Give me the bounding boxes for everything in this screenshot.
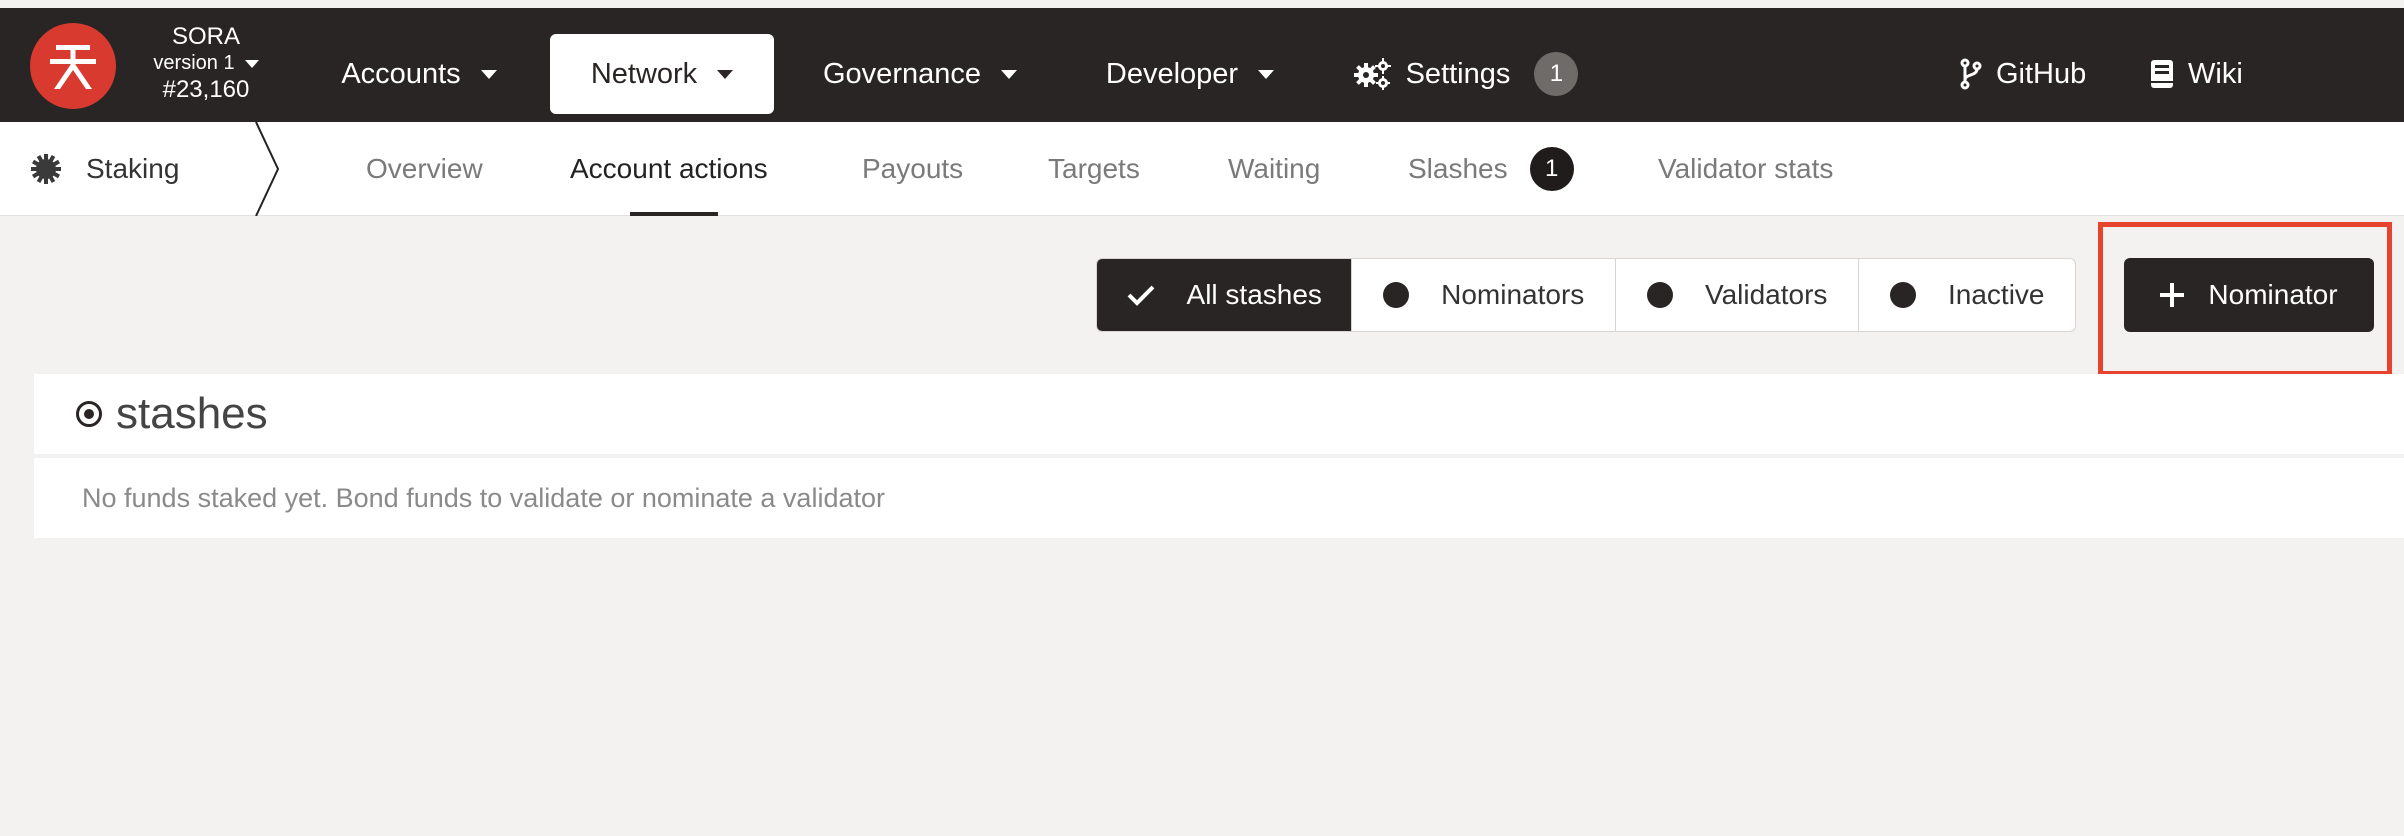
sora-logo[interactable] [30,23,116,109]
chevron-down-icon [1258,69,1275,79]
chain-version: version 1 [153,52,235,74]
gears-icon [1353,58,1391,90]
nav-network[interactable]: Network [550,34,774,114]
tab-targets-label: Targets [1048,153,1140,184]
staking-gear-icon [31,154,61,184]
tab-waiting[interactable]: Waiting [1228,122,1320,216]
highlight-box [2098,222,2392,376]
tab-account-actions-label: Account actions [570,153,768,184]
section-staking[interactable]: Staking [30,122,179,216]
wiki-label: Wiki [2188,57,2243,90]
nav-governance[interactable]: Governance [800,34,1040,114]
radio-dot-icon [1646,282,1673,308]
stashes-title: stashes [116,389,268,438]
nav-governance-label: Governance [823,57,981,90]
tab-waiting-label: Waiting [1228,153,1321,184]
nav-settings-label: Settings [1405,57,1511,90]
nav-developer-label: Developer [1105,57,1239,90]
stashes-card: stashes No funds staked yet. Bond funds … [34,374,2404,538]
slashes-badge: 1 [1529,147,1574,191]
filter-nominators[interactable]: Nominators [1352,259,1616,331]
tab-payouts-label: Payouts [862,153,964,184]
breadcrumb-chevron-icon [255,122,280,216]
filter-inactive[interactable]: Inactive [1859,259,2075,331]
chevron-down-icon [1001,69,1017,79]
nav-network-label: Network [590,57,698,90]
chevron-down-icon [244,59,259,68]
check-icon [1127,285,1154,306]
stashes-header: stashes [34,374,2404,454]
filter-inactive-label: Inactive [1947,279,2045,310]
book-icon [2151,60,2173,88]
stashes-empty-row: No funds staked yet. Bond funds to valid… [34,458,2404,538]
tab-overview[interactable]: Overview [366,122,483,216]
filter-nominators-label: Nominators [1441,279,1585,310]
active-tab-indicator [630,212,718,216]
github-label: GitHub [1996,57,2087,90]
section-label: Staking [86,153,180,184]
chevron-down-icon [480,69,497,79]
sora-logo-icon [50,45,96,89]
filter-all-stashes-label: All stashes [1186,279,1322,310]
tab-validator-stats-label: Validator stats [1658,153,1834,184]
sub-navbar: Staking Overview Account actions Payouts… [0,122,2404,216]
nav-developer[interactable]: Developer [1080,34,1300,114]
tab-overview-label: Overview [366,153,483,184]
tab-validator-stats[interactable]: Validator stats [1658,122,1833,216]
nav-accounts[interactable]: Accounts [304,34,534,114]
radio-dot-icon [1383,282,1410,308]
chain-name: SORA [171,23,240,50]
nav-accounts-label: Accounts [341,57,461,90]
filter-all-stashes[interactable]: All stashes [1097,259,1353,331]
tab-targets[interactable]: Targets [1048,122,1140,216]
block-number: #23,160 [162,76,250,103]
tab-account-actions[interactable]: Account actions [570,122,768,216]
chevron-down-icon [717,69,734,79]
filter-validators-label: Validators [1704,279,1828,310]
tab-slashes[interactable]: Slashes 1 [1408,122,1574,216]
github-link[interactable]: GitHub [1960,34,2086,114]
tab-slashes-label: Slashes [1408,153,1508,184]
nav-settings[interactable]: Settings 1 [1340,34,1590,114]
git-branch-icon [1960,58,1982,90]
tab-payouts[interactable]: Payouts [862,122,963,216]
wiki-link[interactable]: Wiki [2150,34,2243,114]
stashes-empty-message: No funds staked yet. Bond funds to valid… [82,482,885,513]
chain-selector[interactable]: SORA version 1 #23,160 [128,24,284,104]
stash-status-icon [76,401,102,427]
radio-dot-icon [1889,282,1916,308]
top-navbar: SORA version 1 #23,160 Accounts Network … [0,8,2404,122]
filter-validators[interactable]: Validators [1616,259,1860,331]
stash-filter-group: All stashes Nominators Validators Inacti… [1096,258,2076,332]
settings-badge: 1 [1534,52,1579,96]
